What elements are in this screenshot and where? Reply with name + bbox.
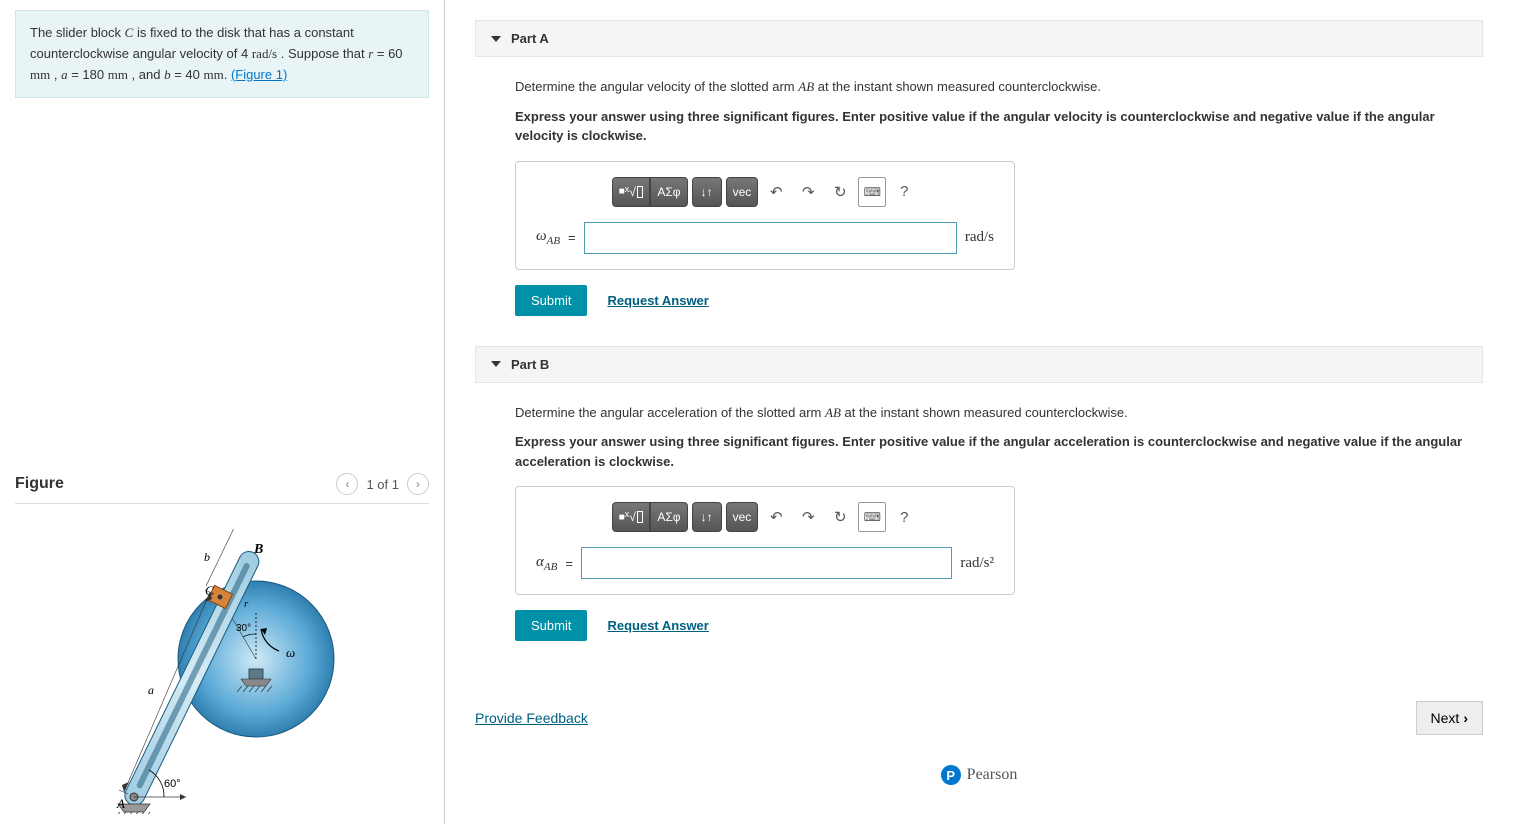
label-r: r: [244, 598, 249, 610]
prompt-text: at the instant shown measured counterclo…: [814, 79, 1101, 94]
label-dim-b: b: [204, 550, 210, 564]
pearson-footer: P Pearson: [475, 735, 1483, 785]
reset-button[interactable]: ↻: [826, 502, 854, 532]
undo-button[interactable]: ↶: [762, 502, 790, 532]
figure-section: Figure ‹ 1 of 1 ›: [15, 453, 429, 814]
bottom-row: Provide Feedback Next ›: [475, 701, 1483, 735]
part-b-request-answer-link[interactable]: Request Answer: [607, 618, 708, 633]
answer-row: αAB = rad/s²: [536, 547, 994, 579]
answer-unit: rad/s: [965, 229, 994, 246]
label-60deg: 60°: [164, 778, 181, 790]
right-panel: Part A Determine the angular velocity of…: [445, 0, 1513, 824]
vector-button[interactable]: vec: [726, 177, 759, 207]
problem-text: The slider block: [30, 25, 125, 40]
greek-button[interactable]: ΑΣφ: [650, 177, 687, 207]
prompt-var: AB: [798, 79, 814, 94]
part-b-prompt: Determine the angular acceleration of th…: [515, 403, 1483, 423]
part-a-prompt: Determine the angular velocity of the sl…: [515, 77, 1483, 97]
label-omega: ω: [286, 645, 295, 660]
part-b-actions: Submit Request Answer: [515, 610, 1483, 641]
vector-button[interactable]: vec: [726, 502, 759, 532]
prompt-text: at the instant shown measured counterclo…: [841, 405, 1128, 420]
answer-unit: rad/s²: [960, 555, 994, 572]
figure-nav: ‹ 1 of 1 ›: [336, 473, 429, 495]
redo-button[interactable]: ↷: [794, 502, 822, 532]
provide-feedback-link[interactable]: Provide Feedback: [475, 710, 588, 726]
part-a-actions: Submit Request Answer: [515, 285, 1483, 316]
label-a-point: A: [116, 796, 125, 811]
equals-sign: =: [568, 230, 576, 245]
figure-prev-button[interactable]: ‹: [336, 473, 358, 495]
scripts-button[interactable]: ↓↑: [692, 502, 722, 532]
problem-text: , and: [128, 67, 164, 82]
left-panel: The slider block C is fixed to the disk …: [0, 0, 445, 824]
label-b-point: B: [253, 542, 263, 557]
part-a-body: Determine the angular velocity of the sl…: [475, 77, 1483, 346]
part-a-submit-button[interactable]: Submit: [515, 285, 587, 316]
problem-text: = 60: [373, 46, 402, 61]
figure-header: Figure ‹ 1 of 1 ›: [15, 473, 429, 504]
part-b-header[interactable]: Part B: [475, 346, 1483, 383]
prompt-text: Determine the angular velocity of the sl…: [515, 79, 798, 94]
redo-button[interactable]: ↷: [794, 177, 822, 207]
part-a-answer-box: ■x√ ΑΣφ ↓↑ vec ↶ ↷ ↻ ⌨ ? ωAB = rad/s: [515, 161, 1015, 270]
templates-button[interactable]: ■x√: [612, 502, 651, 532]
part-b-answer-box: ■x√ ΑΣφ ↓↑ vec ↶ ↷ ↻ ⌨ ? αAB = rad/s²: [515, 486, 1015, 595]
figure-title: Figure: [15, 475, 64, 493]
part-b-answer-input[interactable]: [581, 547, 952, 579]
prompt-text: Determine the angular acceleration of th…: [515, 405, 825, 420]
part-b-title: Part B: [511, 357, 549, 372]
next-button[interactable]: Next ›: [1416, 701, 1483, 735]
figure-next-button[interactable]: ›: [407, 473, 429, 495]
help-button[interactable]: ?: [890, 177, 918, 207]
equation-toolbar: ■x√ ΑΣφ ↓↑ vec ↶ ↷ ↻ ⌨ ?: [612, 177, 919, 207]
part-a-answer-input[interactable]: [584, 222, 957, 254]
equation-toolbar: ■x√ ΑΣφ ↓↑ vec ↶ ↷ ↻ ⌨ ?: [612, 502, 919, 532]
pearson-p-icon: P: [941, 765, 961, 785]
unit-mm: mm: [203, 67, 223, 82]
problem-text: . Suppose that: [277, 46, 368, 61]
figure-image-container[interactable]: ω 30° r C B: [15, 514, 429, 814]
answer-row: ωAB = rad/s: [536, 222, 994, 254]
problem-statement: The slider block C is fixed to the disk …: [15, 10, 429, 98]
problem-text: ,: [50, 67, 61, 82]
answer-variable: ωAB: [536, 228, 560, 247]
problem-text: = 180: [68, 67, 108, 82]
collapse-icon[interactable]: [491, 361, 501, 367]
figure-diagram: ω 30° r C B: [86, 529, 346, 814]
answer-variable: αAB: [536, 554, 557, 573]
pearson-logo: P Pearson: [941, 765, 1018, 785]
part-a-title: Part A: [511, 31, 549, 46]
part-b-body: Determine the angular acceleration of th…: [475, 403, 1483, 672]
part-a-instruction: Express your answer using three signific…: [515, 107, 1483, 146]
part-a-request-answer-link[interactable]: Request Answer: [607, 293, 708, 308]
reset-button[interactable]: ↻: [826, 177, 854, 207]
chevron-right-icon: ›: [1463, 710, 1468, 726]
prompt-var: AB: [825, 405, 841, 420]
equals-sign: =: [565, 556, 573, 571]
next-label: Next: [1431, 710, 1460, 726]
templates-button[interactable]: ■x√: [612, 177, 651, 207]
collapse-icon[interactable]: [491, 36, 501, 42]
part-b-instruction: Express your answer using three signific…: [515, 432, 1483, 471]
figure-link[interactable]: (Figure 1): [231, 67, 287, 82]
problem-text: = 40: [171, 67, 204, 82]
undo-button[interactable]: ↶: [762, 177, 790, 207]
unit-mm: mm: [30, 67, 50, 82]
help-button[interactable]: ?: [890, 502, 918, 532]
unit-rads: rad/s: [252, 46, 277, 61]
keyboard-button[interactable]: ⌨: [858, 502, 886, 532]
scripts-button[interactable]: ↓↑: [692, 177, 722, 207]
greek-button[interactable]: ΑΣφ: [650, 502, 687, 532]
part-a-header[interactable]: Part A: [475, 20, 1483, 57]
keyboard-button[interactable]: ⌨: [858, 177, 886, 207]
label-dim-a: a: [148, 683, 154, 697]
part-b-submit-button[interactable]: Submit: [515, 610, 587, 641]
figure-counter: 1 of 1: [366, 477, 399, 492]
unit-mm: mm: [108, 67, 128, 82]
pearson-text: Pearson: [967, 766, 1018, 784]
problem-text: .: [224, 67, 231, 82]
